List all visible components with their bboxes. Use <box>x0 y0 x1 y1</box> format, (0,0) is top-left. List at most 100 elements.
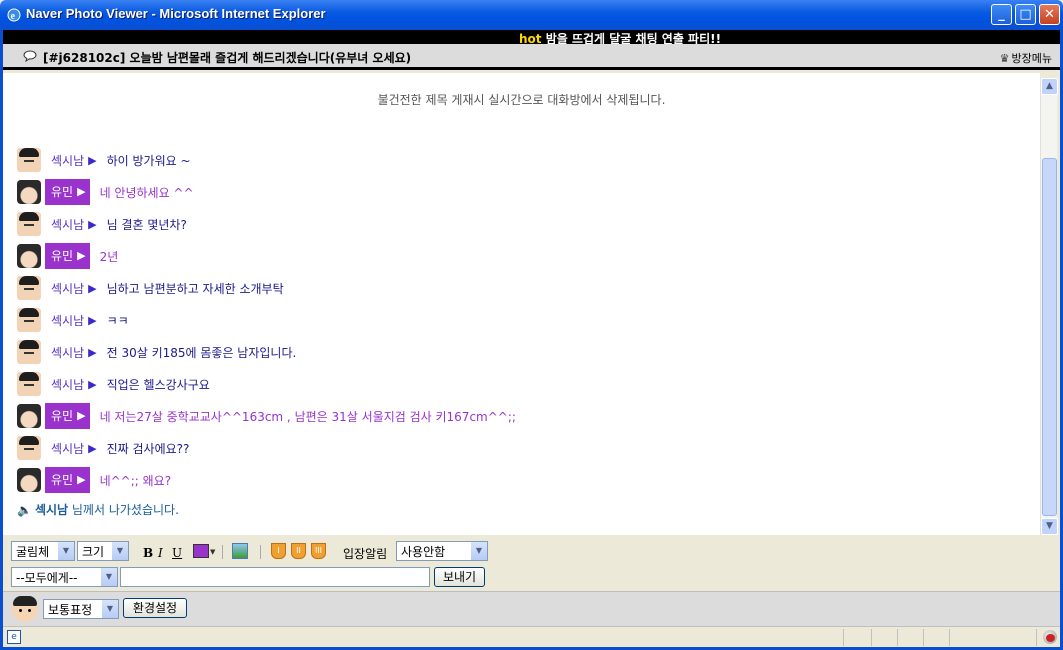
chat-message: 섹시남 ▶ 전 30살 키185에 몸좋은 남자입니다. <box>17 339 296 365</box>
expression-select[interactable]: 보통표정 ▼ <box>43 599 119 619</box>
color-dropdown-icon[interactable]: ▼ <box>210 548 215 556</box>
emoticon-2-icon[interactable]: II <box>291 543 306 559</box>
message-nick[interactable]: 유민 <box>45 179 78 205</box>
font-select-value: 굴림체 <box>16 545 50 559</box>
status-bar: e <box>3 626 1060 647</box>
chat-message: 섹시남 ▶ 하이 방가워요 ~ <box>17 147 191 173</box>
scroll-down-button[interactable]: ▼ <box>1041 518 1058 535</box>
arrow-icon: ▶ <box>88 345 97 359</box>
message-text: 네^^;; 왜요? <box>99 473 172 488</box>
message-nick[interactable]: 유민 <box>45 403 78 429</box>
chat-message: 유민 ▶ 2년 <box>17 243 118 269</box>
profile-bar: 보통표정 ▼ 환경설정 <box>3 591 1060 626</box>
avatar[interactable] <box>17 372 41 396</box>
security-zone-icon <box>1043 630 1057 644</box>
close-button[interactable]: ✕ <box>1039 4 1060 25</box>
room-title: [#j628102c] 오늘밤 남편몰래 즐겁게 해드리겠습니다(유부녀 오세요… <box>43 51 412 65</box>
arrow-icon: ▶ <box>77 243 90 269</box>
status-divider <box>949 629 950 646</box>
minimize-button[interactable]: _ <box>991 4 1012 25</box>
leave-notice: 🔈 섹시남 님께서 나가셨습니다. <box>17 501 179 518</box>
expression-select-value: 보통표정 <box>48 603 93 617</box>
status-divider <box>843 629 844 646</box>
avatar[interactable] <box>17 340 41 364</box>
host-menu-button[interactable]: ♛ 방장메뉴 <box>1000 50 1052 66</box>
font-select[interactable]: 굴림체 ▼ <box>11 541 75 561</box>
crown-icon: ♛ <box>999 52 1010 65</box>
avatar[interactable] <box>17 180 41 204</box>
message-nick[interactable]: 섹시남 <box>51 216 84 233</box>
settings-button[interactable]: 환경설정 <box>123 598 187 618</box>
arrow-icon: ▶ <box>88 217 97 231</box>
message-text: 님 결혼 몇년차? <box>106 217 187 232</box>
title-bar: e Naver Photo Viewer - Microsoft Interne… <box>0 0 1063 30</box>
avatar[interactable] <box>17 468 41 492</box>
message-text: 네 안녕하세요 ^^ <box>99 185 194 200</box>
message-input[interactable] <box>120 567 430 587</box>
maximize-button[interactable]: □ <box>1015 4 1036 25</box>
speech-bubble-icon <box>23 50 37 62</box>
scroll-thumb[interactable] <box>1042 158 1057 516</box>
bold-button[interactable]: B <box>143 546 153 560</box>
avatar[interactable] <box>17 212 41 236</box>
hot-banner[interactable]: hot 밤을 뜨겁게 달굴 채팅 연출 파티!! <box>3 30 1060 46</box>
arrow-icon: ▶ <box>88 153 97 167</box>
avatar[interactable] <box>17 404 41 428</box>
message-text: 하이 방가워요 ~ <box>106 153 191 168</box>
image-icon[interactable] <box>232 543 248 559</box>
arrow-icon: ▶ <box>77 467 90 493</box>
chat-scrollbar[interactable]: ▲ ▼ <box>1040 78 1058 535</box>
message-nick[interactable]: 유민 <box>45 467 78 493</box>
message-nick[interactable]: 섹시남 <box>51 376 84 393</box>
leave-nick: 섹시남 <box>34 503 69 517</box>
message-nick[interactable]: 섹시남 <box>51 280 84 297</box>
message-text: 네 저는27살 중학교교사^^163cm , 남편은 31살 서울지검 검사 키… <box>99 409 516 424</box>
text-color-swatch[interactable] <box>193 544 209 558</box>
leave-text: 님께서 나가셨습니다. <box>68 503 179 517</box>
toolbar-divider <box>260 545 261 559</box>
size-select[interactable]: 크기 ▼ <box>77 541 129 561</box>
chat-message: 섹시남 ▶ ㅋㅋ <box>17 307 129 333</box>
host-menu-label: 방장메뉴 <box>1011 52 1052 65</box>
chevron-down-icon: ▼ <box>100 568 117 586</box>
message-nick[interactable]: 유민 <box>45 243 78 269</box>
arrow-icon: ▶ <box>88 281 97 295</box>
message-nick[interactable]: 섹시남 <box>51 152 84 169</box>
status-divider <box>923 629 924 646</box>
chat-message: 섹시남 ▶ 님 결혼 몇년차? <box>17 211 187 237</box>
input-toolbar: 굴림체 ▼ 크기 ▼ B I U ▼ I II III 입장알림 사용안함 ▼ … <box>3 536 1060 591</box>
emoticon-3-icon[interactable]: III <box>311 543 326 559</box>
avatar[interactable] <box>17 276 41 300</box>
chat-message: 유민 ▶ 네^^;; 왜요? <box>17 467 171 493</box>
send-button[interactable]: 보내기 <box>434 567 485 587</box>
chevron-down-icon: ▼ <box>470 542 487 560</box>
avatar[interactable] <box>17 244 41 268</box>
message-nick[interactable]: 섹시남 <box>51 440 84 457</box>
message-text: 님하고 남편분하고 자세한 소개부탁 <box>106 281 284 296</box>
chevron-down-icon: ▼ <box>101 600 118 618</box>
entry-alert-select[interactable]: 사용안함 ▼ <box>396 541 488 561</box>
italic-button[interactable]: I <box>158 546 163 560</box>
emoticon-1-icon[interactable]: I <box>271 543 286 559</box>
chat-message: 유민 ▶ 네 저는27살 중학교교사^^163cm , 남편은 31살 서울지검 검… <box>17 403 516 429</box>
avatar[interactable] <box>12 596 38 622</box>
underline-button[interactable]: U <box>172 546 182 560</box>
page-icon: e <box>7 630 21 644</box>
chevron-down-icon: ▼ <box>111 542 128 560</box>
arrow-icon: ▶ <box>88 441 97 455</box>
message-nick[interactable]: 섹시남 <box>51 312 84 329</box>
scroll-up-button[interactable]: ▲ <box>1041 78 1058 95</box>
entry-alert-label: 입장알림 <box>343 547 388 561</box>
size-select-value: 크기 <box>82 545 105 559</box>
message-nick[interactable]: 섹시남 <box>51 344 84 361</box>
recipient-select[interactable]: --모두에게-- ▼ <box>11 567 118 587</box>
avatar[interactable] <box>17 436 41 460</box>
avatar[interactable] <box>17 148 41 172</box>
message-text: 진짜 검사에요?? <box>106 441 190 456</box>
message-text: 전 30살 키185에 몸좋은 남자입니다. <box>106 345 297 360</box>
chat-log: 불건전한 제목 게재시 실시간으로 대화방에서 삭제됩니다. 섹시남 ▶ 하이 방가… <box>3 73 1040 535</box>
speaker-icon: 🔈 <box>17 503 32 517</box>
avatar[interactable] <box>17 308 41 332</box>
arrow-icon: ▶ <box>77 179 90 205</box>
chevron-down-icon: ▼ <box>57 542 74 560</box>
